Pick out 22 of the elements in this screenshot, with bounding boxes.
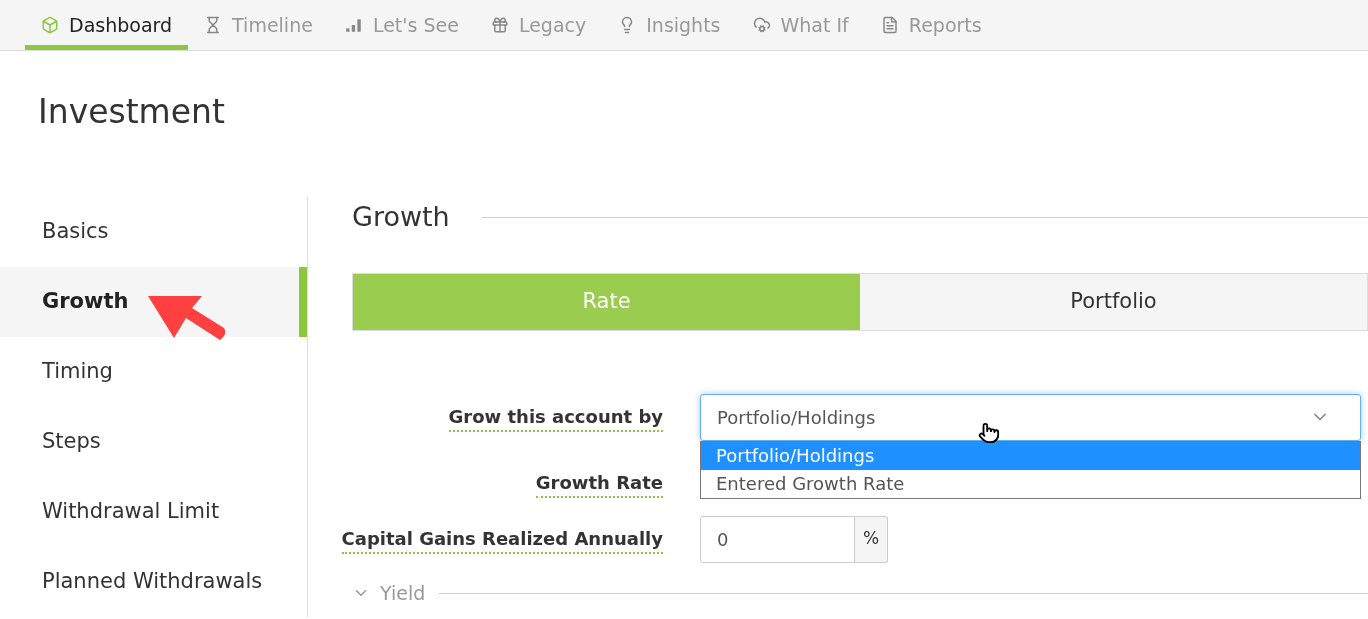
sidebar-item[interactable]: Basics: [0, 197, 307, 267]
sidebar-item[interactable]: Growth: [0, 267, 307, 337]
select-field[interactable]: Portfolio/Holdings: [700, 393, 1361, 441]
sidebar-item[interactable]: Timing: [0, 337, 307, 407]
sidebar-item[interactable]: Withdrawal Limit: [0, 477, 307, 547]
page-title: Investment: [38, 95, 226, 133]
document-icon: [880, 16, 899, 34]
cloud-icon: [752, 16, 771, 34]
segment-tab[interactable]: Portfolio: [860, 274, 1367, 330]
nav-tab[interactable]: Dashboard: [25, 0, 189, 50]
input-field[interactable]: 0: [700, 515, 855, 563]
section-title: Growth: [352, 199, 450, 234]
cube-icon: [41, 16, 59, 34]
field-label: Grow this account by: [448, 402, 663, 432]
dropdown-option[interactable]: Entered Growth Rate: [701, 469, 1360, 498]
field-label: Capital Gains Realized Annually: [341, 524, 663, 554]
unit-addon: %: [855, 515, 888, 563]
gift-icon: [490, 16, 509, 34]
bar-chart-icon: [344, 16, 363, 34]
sidebar-item[interactable]: Steps: [0, 407, 307, 477]
field-label: Growth Rate: [535, 468, 663, 498]
sidebar-item[interactable]: Planned Withdrawals: [0, 547, 307, 617]
